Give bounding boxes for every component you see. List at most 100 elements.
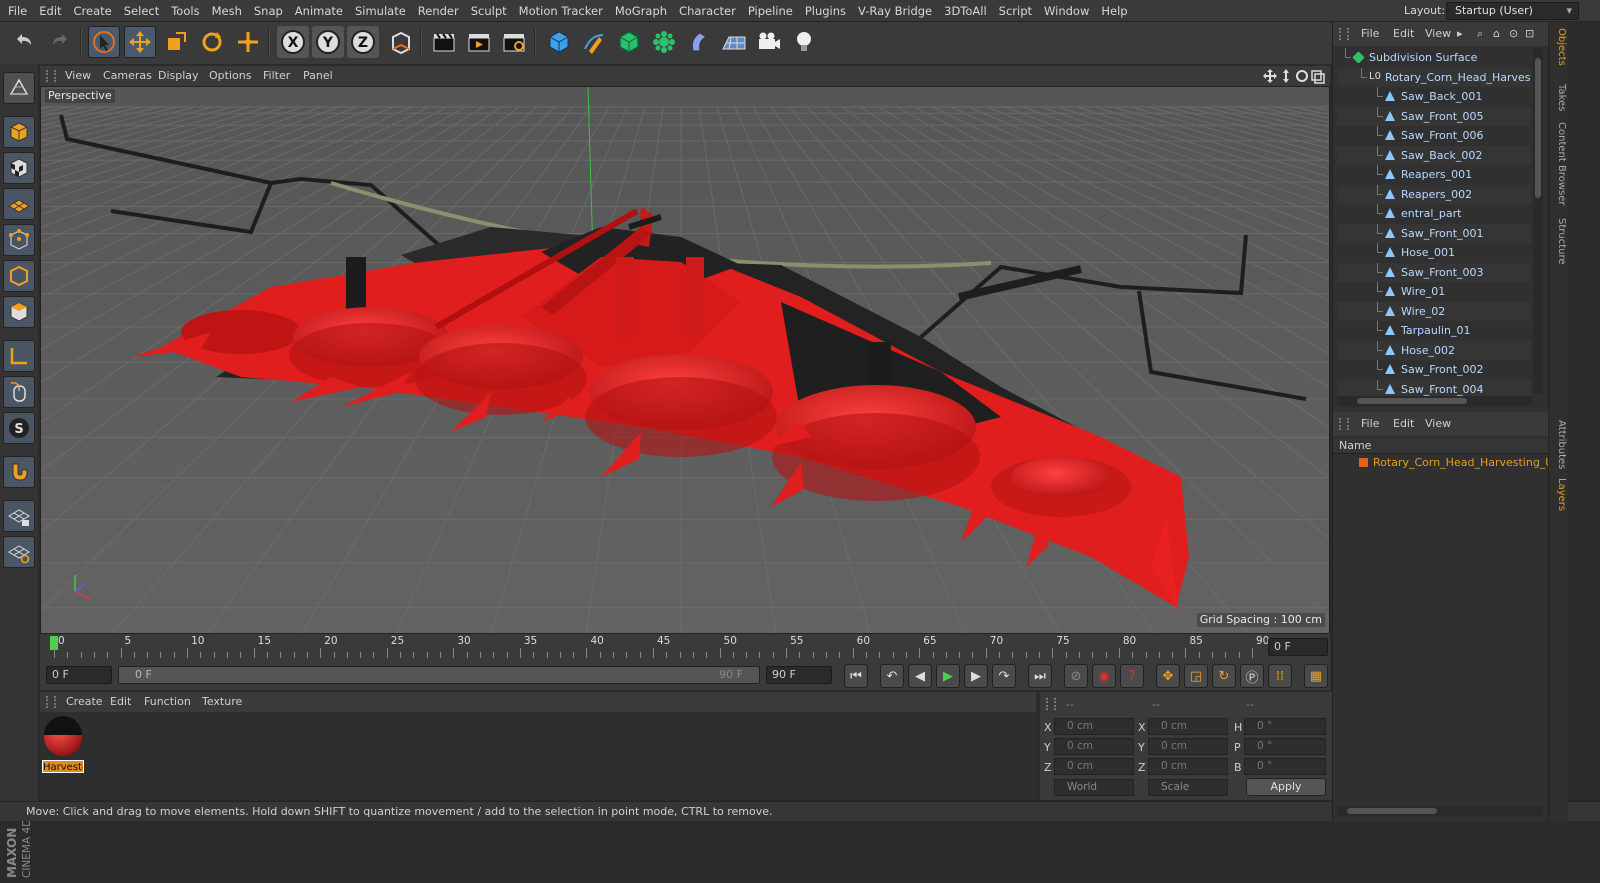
go-to-start-button[interactable]: ⏮ (844, 664, 868, 688)
apply-button[interactable]: Apply (1246, 778, 1326, 796)
move-button[interactable] (124, 26, 156, 58)
material-menu-texture[interactable]: Texture (202, 692, 242, 712)
deformer-button[interactable] (683, 26, 715, 58)
position-y-field[interactable]: 0 cm (1054, 738, 1134, 755)
layout-select[interactable]: Startup (User) (1446, 2, 1579, 20)
model-mode-button[interactable] (3, 116, 35, 148)
tab-objects[interactable]: Objects (1551, 28, 1567, 66)
tab-structure[interactable]: Structure (1551, 218, 1567, 265)
tree-item-entral-part[interactable]: entral_part (1337, 204, 1531, 223)
objects-menu-edit[interactable]: Edit (1393, 22, 1414, 46)
chevron-right-icon[interactable]: ▸ (1457, 22, 1463, 46)
live-selection-button[interactable] (88, 26, 120, 58)
frame-range-slider[interactable]: 0 F 90 F (118, 666, 760, 684)
transform-button[interactable] (232, 26, 264, 58)
menu-motion-tracker[interactable]: Motion Tracker (513, 0, 609, 22)
menu-select[interactable]: Select (118, 0, 165, 22)
floor-button[interactable] (718, 26, 750, 58)
point-level-key-button[interactable]: ⁞⁞ (1268, 664, 1292, 688)
menu-mograph[interactable]: MoGraph (609, 0, 673, 22)
home-icon[interactable]: ⌂ (1493, 22, 1500, 46)
layers-menu-edit[interactable]: Edit (1393, 412, 1414, 436)
subdivision-surface-button[interactable] (613, 26, 645, 58)
viewport-menu-display[interactable]: Display (158, 66, 199, 86)
scale-button[interactable] (160, 26, 192, 58)
menu-simulate[interactable]: Simulate (349, 0, 412, 22)
objects-menu-view[interactable]: View (1425, 22, 1451, 46)
menu-animate[interactable]: Animate (289, 0, 349, 22)
snapping-button[interactable]: S (3, 412, 35, 444)
menu-vray-bridge[interactable]: V-Ray Bridge (852, 0, 938, 22)
planar-workplane-button[interactable] (3, 536, 35, 568)
viewport-menu-filter[interactable]: Filter (263, 66, 290, 86)
object-tree-hscrollbar[interactable] (1337, 396, 1533, 406)
viewport-menu-cameras[interactable]: Cameras (103, 66, 152, 86)
position-z-field[interactable]: 0 cm (1054, 758, 1134, 775)
menu-3dtoall[interactable]: 3DToAll (938, 0, 993, 22)
size-y-field[interactable]: 0 cm (1148, 738, 1228, 755)
rotate-button[interactable] (196, 26, 228, 58)
material-swatch[interactable]: Harveste (42, 716, 84, 773)
tree-item-hose-002[interactable]: Hose_002 (1337, 340, 1531, 360)
next-frame-button[interactable]: ▶ (964, 664, 988, 688)
texture-mode-button[interactable] (3, 152, 35, 184)
tab-attributes[interactable]: Attributes (1551, 420, 1567, 469)
menu-edit[interactable]: Edit (33, 0, 67, 22)
material-menu-function[interactable]: Function (144, 692, 191, 712)
object-tree-scrollbar[interactable] (1533, 48, 1543, 394)
tree-item-reapers-002[interactable]: Reapers_002 (1337, 184, 1531, 204)
camera-button[interactable] (753, 26, 785, 58)
cloner-button[interactable] (648, 26, 680, 58)
tweak-mode-button[interactable] (3, 376, 35, 408)
tab-takes[interactable]: Takes (1551, 84, 1567, 111)
light-button[interactable] (788, 26, 820, 58)
tree-item-subdivision-surface[interactable]: Subdivision Surface (1337, 48, 1531, 67)
y-axis-button[interactable]: Y (312, 26, 344, 58)
menu-character[interactable]: Character (673, 0, 742, 22)
redo-button[interactable] (44, 26, 76, 58)
hscrollbar-thumb[interactable] (1357, 398, 1467, 404)
current-frame-field[interactable]: 0 F (1268, 638, 1328, 656)
make-editable-button[interactable] (3, 72, 35, 104)
layer-row[interactable]: Rotary_Corn_Head_Harvesting_Ur (1347, 454, 1558, 472)
scrollbar-thumb[interactable] (1535, 58, 1541, 198)
previous-frame-button[interactable]: ◀ (908, 664, 932, 688)
size-mode-select[interactable]: Scale (1148, 779, 1228, 796)
cube-primitive-button[interactable] (543, 26, 575, 58)
timeline-ruler[interactable]: 0 5 10 15 20 25 30 35 40 45 50 55 60 65 70 75 80 85 90 0 F (40, 634, 1330, 660)
layers-menu-view[interactable]: View (1425, 412, 1451, 436)
tab-content-browser[interactable]: Content Browser (1551, 122, 1567, 205)
tab-layers[interactable]: Layers (1551, 478, 1567, 511)
tree-item-saw-front-005[interactable]: Saw_Front_005 (1337, 106, 1531, 126)
render-view-button[interactable] (428, 26, 460, 58)
menu-snap[interactable]: Snap (248, 0, 289, 22)
parameter-key-button[interactable]: Ⓟ (1240, 664, 1264, 688)
objects-menu-file[interactable]: File (1361, 22, 1379, 46)
3d-viewport[interactable]: Perspective Grid Spacing : 100 cm (40, 86, 1330, 634)
menu-create[interactable]: Create (68, 0, 118, 22)
tree-item-reapers-001[interactable]: Reapers_001 (1337, 165, 1531, 184)
workplane-mode-button[interactable] (3, 188, 35, 220)
material-menu-edit[interactable]: Edit (110, 692, 131, 712)
keyframe-selection-button[interactable]: ? (1120, 664, 1144, 688)
locked-workplane-button[interactable] (3, 500, 35, 532)
go-to-end-button[interactable]: ⏭ (1028, 664, 1052, 688)
menu-mesh[interactable]: Mesh (206, 0, 248, 22)
menu-help[interactable]: Help (1095, 0, 1133, 22)
scale-key-button[interactable]: ◲ (1184, 664, 1208, 688)
tree-item-tarpaulin-01[interactable]: Tarpaulin_01 (1337, 321, 1531, 340)
menu-pipeline[interactable]: Pipeline (742, 0, 799, 22)
end-frame-field[interactable]: 90 F (766, 666, 832, 684)
layers-hscrollbar[interactable] (1337, 806, 1543, 816)
viewport-menu-view[interactable]: View (65, 66, 91, 86)
menu-window[interactable]: Window (1038, 0, 1095, 22)
tree-item-hose-001[interactable]: Hose_001 (1337, 243, 1531, 262)
menu-tools[interactable]: Tools (165, 0, 205, 22)
menu-sculpt[interactable]: Sculpt (465, 0, 513, 22)
tree-item-group[interactable]: L0 Rotary_Corn_Head_Harvesting (1337, 67, 1531, 87)
tree-item-saw-front-006[interactable]: Saw_Front_006 (1337, 126, 1531, 145)
render-settings-button[interactable] (498, 26, 530, 58)
polygons-mode-button[interactable] (3, 296, 35, 328)
size-x-field[interactable]: 0 cm (1148, 718, 1228, 735)
magnet-button[interactable] (3, 456, 35, 488)
